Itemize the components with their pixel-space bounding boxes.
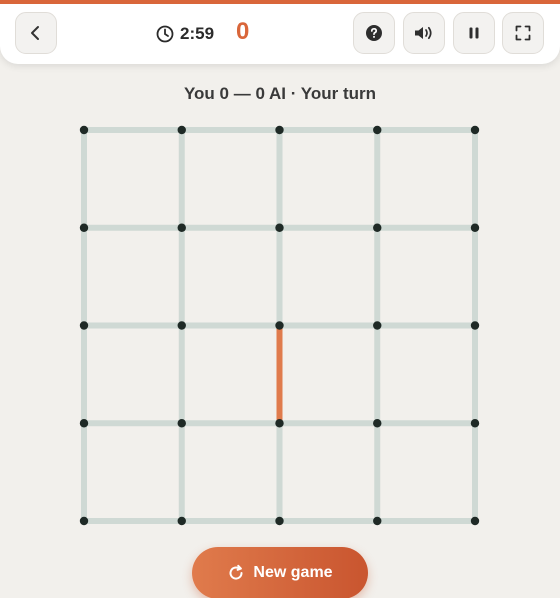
new-game-button[interactable]: New game bbox=[192, 547, 368, 598]
grid-dot bbox=[79, 125, 89, 135]
new-game-label: New game bbox=[253, 564, 333, 581]
grid-dot bbox=[177, 419, 186, 428]
grid-dot bbox=[275, 516, 284, 526]
grid-dot bbox=[470, 516, 480, 526]
grid-dot bbox=[470, 125, 480, 135]
grid-dot bbox=[275, 223, 284, 232]
grid-dot bbox=[177, 516, 186, 526]
grid-dot bbox=[373, 223, 382, 232]
grid-dot bbox=[177, 321, 186, 330]
grid-dot bbox=[373, 516, 382, 526]
grid-dot bbox=[177, 223, 186, 232]
grid-dot bbox=[373, 321, 382, 330]
restart-icon bbox=[229, 564, 243, 580]
grid-dot bbox=[177, 125, 186, 135]
grid-dot bbox=[373, 125, 382, 135]
grid-dot bbox=[275, 321, 284, 330]
grid-dot bbox=[470, 419, 480, 428]
grid-dot bbox=[470, 321, 480, 330]
grid-dot bbox=[79, 419, 89, 428]
grid-dot bbox=[470, 223, 480, 232]
grid-dot bbox=[79, 516, 89, 526]
grid-dot bbox=[275, 125, 284, 135]
grid-dot bbox=[79, 223, 89, 232]
grid-dot bbox=[373, 419, 382, 428]
game-board bbox=[79, 125, 480, 526]
grid-dot bbox=[275, 419, 284, 428]
grid-dot bbox=[79, 321, 89, 330]
